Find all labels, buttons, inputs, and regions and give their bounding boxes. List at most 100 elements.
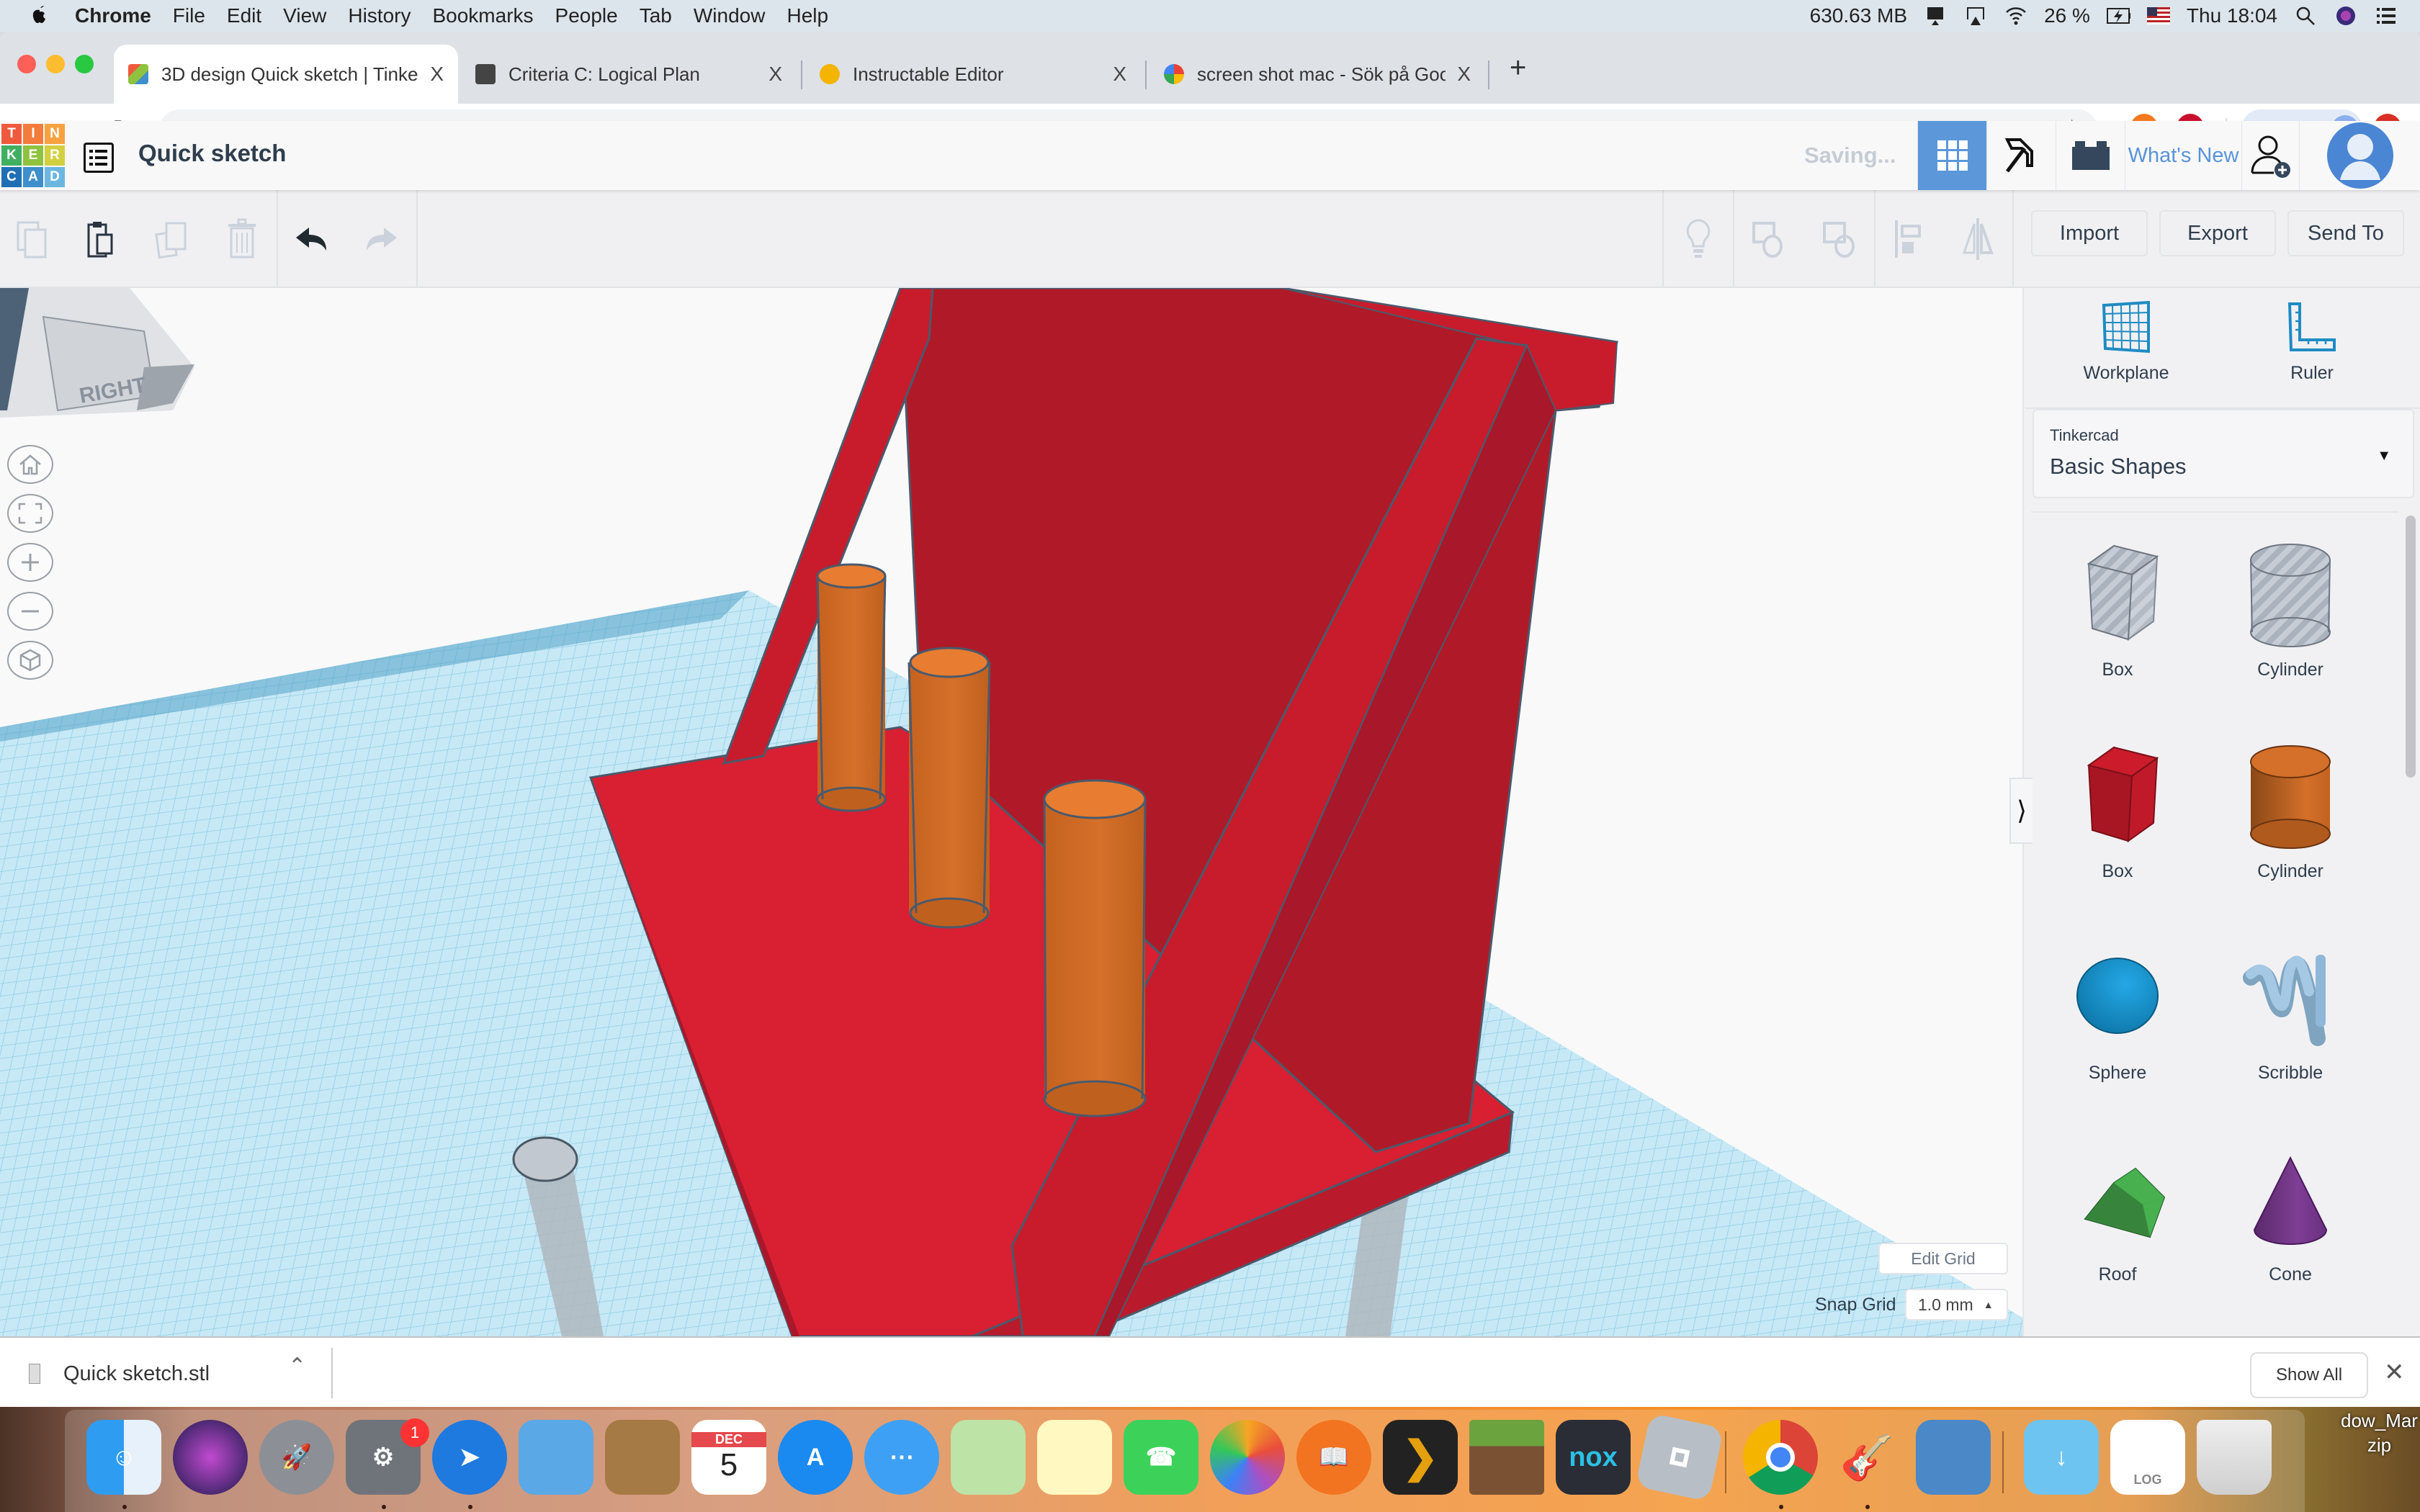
chrome-icon[interactable] — [1743, 1420, 1818, 1495]
apple-menu-icon[interactable] — [29, 4, 50, 28]
tab-close-icon[interactable]: X — [768, 63, 782, 86]
download-item[interactable]: Quick sketch.stl — [29, 1352, 210, 1395]
tab-criteria[interactable]: Criteria C: Logical Plan X — [461, 45, 797, 104]
display-icon[interactable] — [1923, 5, 1948, 27]
shape-cone[interactable]: Cone — [2204, 1117, 2377, 1305]
menu-history[interactable]: History — [348, 4, 411, 27]
zoom-window-button[interactable] — [75, 55, 94, 73]
export-button[interactable]: Export — [2159, 210, 2276, 256]
app-store-icon[interactable]: A — [778, 1420, 853, 1495]
plex-icon[interactable]: ❯ — [1383, 1420, 1458, 1495]
calendar-icon[interactable]: DEC 5 — [691, 1420, 766, 1495]
siri-dock-icon[interactable] — [173, 1420, 248, 1495]
downloads-folder-icon[interactable]: ↓ — [2024, 1420, 2099, 1495]
log-file-icon[interactable]: LOG — [2110, 1420, 2185, 1495]
paste-button[interactable] — [82, 219, 122, 259]
delete-button[interactable] — [222, 218, 262, 259]
mirror-button[interactable] — [1958, 218, 1998, 260]
view-cube[interactable]: RIGHT — [0, 288, 202, 432]
design-title[interactable]: Quick sketch — [138, 140, 286, 167]
user-avatar-button[interactable] — [2299, 121, 2420, 190]
minimize-window-button[interactable] — [46, 55, 65, 73]
zoom-in-button[interactable] — [7, 543, 53, 582]
notification-center-icon[interactable] — [2374, 5, 2398, 27]
shape-box-hole[interactable]: Box — [2031, 513, 2204, 700]
send-to-button[interactable]: Send To — [2287, 210, 2404, 256]
preview-icon[interactable] — [1916, 1420, 1991, 1495]
tinkercad-logo[interactable]: T I N K E R C A D — [1, 124, 65, 187]
tab-google[interactable]: screen shot mac - Sök på Google X — [1150, 45, 1485, 104]
launchpad-icon[interactable]: 🚀 — [259, 1420, 334, 1495]
ungroup-button[interactable] — [1819, 219, 1860, 259]
spotlight-search-icon[interactable] — [2293, 5, 2318, 27]
shape-sphere[interactable]: Sphere — [2031, 916, 2204, 1103]
menu-help[interactable]: Help — [786, 4, 828, 27]
tab-close-icon[interactable]: X — [430, 63, 444, 86]
snap-grid-select[interactable]: 1.0 mm ▲ — [1905, 1289, 2008, 1320]
close-window-button[interactable] — [17, 55, 36, 73]
menu-window[interactable]: Window — [694, 4, 766, 27]
duplicate-button[interactable] — [153, 219, 193, 259]
nox-icon[interactable]: nox — [1556, 1420, 1631, 1495]
notes-button[interactable] — [1678, 219, 1718, 259]
tab-instructables[interactable]: Instructable Editor X — [805, 45, 1141, 104]
menu-app-name[interactable]: Chrome — [75, 4, 151, 27]
menu-tab[interactable]: Tab — [640, 4, 672, 27]
tab-tinkercad[interactable]: 3D design Quick sketch | Tinkercad X — [114, 45, 458, 104]
edit-grid-button[interactable]: Edit Grid — [1878, 1243, 2008, 1274]
orange-cylinder[interactable] — [908, 647, 991, 929]
ortho-view-button[interactable] — [7, 641, 53, 680]
airplay-icon[interactable] — [1963, 5, 1988, 27]
finder-icon[interactable]: ☺ — [86, 1420, 161, 1495]
menu-people[interactable]: People — [555, 4, 618, 27]
shape-library-select[interactable]: Tinkercad Basic Shapes ▼ — [2033, 409, 2414, 498]
collapse-panel-button[interactable]: ⟩ — [2009, 778, 2033, 844]
roblox-icon[interactable] — [1635, 1413, 1724, 1502]
safari-icon[interactable]: ➤ — [432, 1420, 507, 1495]
facetime-icon[interactable]: ☎ — [1124, 1420, 1198, 1495]
contacts-icon[interactable] — [605, 1420, 680, 1495]
garageband-icon[interactable]: 🎸 — [1829, 1420, 1904, 1495]
zoom-out-button[interactable] — [7, 592, 53, 631]
undo-button[interactable] — [292, 219, 333, 259]
battery-percent[interactable]: 26 % — [2044, 4, 2090, 27]
3d-viewport[interactable]: RIGHT Edit Grid Snap Grid 1.0 mm ▲ — [0, 288, 2022, 1336]
menu-file[interactable]: File — [173, 4, 205, 27]
maps-icon[interactable] — [951, 1420, 1026, 1495]
shape-roof[interactable]: Roof — [2031, 1117, 2204, 1305]
scene[interactable] — [0, 288, 2022, 1336]
siri-icon[interactable] — [2334, 5, 2358, 27]
new-tab-button[interactable]: + — [1510, 52, 1526, 84]
photos-icon[interactable] — [1210, 1420, 1285, 1495]
workplane-tool[interactable]: Workplane — [2054, 301, 2198, 409]
us-flag-icon[interactable] — [2146, 5, 2171, 27]
home-view-button[interactable] — [7, 445, 53, 484]
design-list-icon[interactable] — [84, 143, 114, 173]
group-button[interactable] — [1749, 219, 1789, 259]
copy-button[interactable] — [13, 219, 53, 259]
desktop-file[interactable]: dow_Mar zip — [2341, 1408, 2418, 1457]
shape-cylinder[interactable]: Cylinder — [2204, 714, 2377, 901]
import-button[interactable]: Import — [2031, 210, 2148, 256]
redo-button[interactable] — [360, 219, 400, 259]
menu-edit[interactable]: Edit — [227, 4, 261, 27]
mail-icon[interactable] — [519, 1420, 593, 1495]
ruler-tool[interactable]: Ruler — [2240, 301, 2384, 409]
close-downloads-bar-icon[interactable]: ✕ — [2384, 1358, 2405, 1387]
shape-box[interactable]: Box — [2031, 714, 2204, 901]
fit-all-button[interactable] — [7, 494, 53, 533]
menu-bookmarks[interactable]: Bookmarks — [432, 4, 533, 27]
bricks-view-button[interactable] — [2056, 121, 2125, 190]
whats-new-link[interactable]: What's New — [2125, 121, 2241, 190]
clock[interactable]: Thu 18:04 — [2187, 4, 2277, 27]
invite-user-button[interactable] — [2241, 121, 2299, 190]
shape-cylinder-hole[interactable]: Cylinder — [2204, 513, 2377, 700]
blocks-view-button[interactable] — [1986, 121, 2056, 190]
wifi-icon[interactable] — [2004, 5, 2028, 27]
memory-readout[interactable]: 630.63 MB — [1810, 4, 1907, 27]
menu-view[interactable]: View — [283, 4, 326, 27]
align-button[interactable] — [1888, 219, 1929, 259]
orange-cylinder[interactable] — [816, 563, 887, 812]
notes-icon[interactable] — [1037, 1420, 1112, 1495]
books-icon[interactable]: 📖 — [1296, 1420, 1371, 1495]
